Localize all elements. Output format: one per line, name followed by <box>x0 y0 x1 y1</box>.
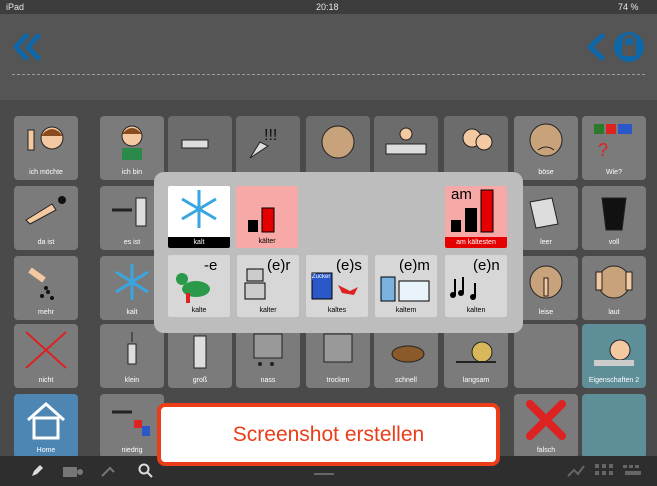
form-kalten[interactable]: (e)n kalten <box>445 255 507 317</box>
tile-label: niedrig <box>121 447 143 454</box>
tile-wie[interactable]: ? Wie? <box>582 116 646 180</box>
tile-mehr[interactable]: mehr <box>14 256 78 320</box>
tile-label: Wie? <box>606 169 622 176</box>
form-label: kalter <box>259 307 277 314</box>
battery-level: 74 % <box>618 2 639 12</box>
tile-langsam[interactable]: langsam <box>444 324 508 388</box>
tool-icon[interactable] <box>312 464 336 478</box>
suffix-label: -e <box>204 257 218 274</box>
suffix-label: (e)n <box>473 257 500 274</box>
form-label: kalte <box>191 307 207 314</box>
back-double-icon[interactable] <box>10 30 44 64</box>
form-kaltem[interactable]: (e)m kaltem <box>375 255 437 317</box>
device-label: iPad <box>6 2 25 12</box>
chart-icon[interactable] <box>566 464 586 478</box>
tile-label: böse <box>538 169 554 176</box>
tile-leise[interactable]: leise <box>514 256 578 320</box>
form-label: kalt <box>168 237 230 248</box>
tile-label: nicht <box>38 377 54 384</box>
lock-icon[interactable] <box>612 30 646 64</box>
form-am-kaeltesten[interactable]: am am kältesten <box>445 186 507 248</box>
camera-icon[interactable] <box>62 464 84 478</box>
tile-label: laut <box>608 309 620 316</box>
tile-eigenschaften-2[interactable]: Eigenschaften 2 <box>582 324 646 388</box>
tile-leer[interactable]: leer <box>514 186 578 250</box>
tile-label: Eigenschaften 2 <box>588 377 640 384</box>
suffix-label: (e)m <box>399 257 430 274</box>
clock: 20:18 <box>316 2 339 12</box>
speak-icon[interactable] <box>100 464 122 478</box>
search-icon[interactable] <box>138 463 154 479</box>
form-kalt[interactable]: kalt <box>168 186 230 248</box>
suffix-label: (e)s <box>336 257 362 274</box>
tile-voll[interactable]: voll <box>582 186 646 250</box>
form-label: kaltem <box>395 307 417 314</box>
tile-label: langsam <box>462 377 490 384</box>
tile-label: schnell <box>395 377 417 384</box>
tile-label: Home <box>36 447 56 454</box>
word-form-popup: kalt kälter am am kältesten -e kalte (e)… <box>154 172 523 333</box>
tile-blank[interactable] <box>582 394 646 458</box>
toast-label: Screenshot erstellen <box>232 422 425 446</box>
tile-nicht[interactable]: nicht <box>14 324 78 388</box>
superlative-am-label: am <box>451 186 472 203</box>
tile-empty[interactable] <box>514 324 578 388</box>
tile-exclaim[interactable]: !!! <box>236 116 300 180</box>
tile-niedrig[interactable]: niedrig <box>100 394 164 458</box>
form-label: kaltes <box>327 307 347 314</box>
tile-gross[interactable]: groß <box>168 324 232 388</box>
tile-label: ich möchte <box>29 169 63 176</box>
form-label: am kältesten <box>445 237 507 248</box>
tile-klein[interactable]: klein <box>100 324 164 388</box>
tile-ich-bin[interactable]: ich bin <box>100 116 164 180</box>
form-label: kalten <box>466 307 486 314</box>
tile-laut[interactable]: laut <box>582 256 646 320</box>
tile-boese[interactable]: böse <box>514 116 578 180</box>
tile-bed[interactable] <box>374 116 438 180</box>
sentence-line <box>12 74 645 75</box>
tile-falsch[interactable]: falsch <box>514 394 578 458</box>
tile-label: ich bin <box>121 169 143 176</box>
zucker-label: Zucker <box>312 274 331 280</box>
pencil-icon[interactable] <box>30 464 44 478</box>
tile-trocken[interactable]: trocken <box>306 324 370 388</box>
tile-yawn[interactable] <box>306 116 370 180</box>
tile-label: da ist <box>37 239 55 246</box>
form-kalte[interactable]: -e kalte <box>168 255 230 317</box>
tile-da-ist[interactable]: da ist <box>14 186 78 250</box>
status-bar: iPad 20:18 74 % <box>0 0 657 14</box>
tile-ich-moechte[interactable]: ich möchte <box>14 116 78 180</box>
tile-label: voll <box>608 239 620 246</box>
tile-hand-point[interactable] <box>168 116 232 180</box>
tile-label: nass <box>260 377 276 384</box>
form-kaltes[interactable]: Zucker (e)s kaltes <box>306 255 368 317</box>
tile-home[interactable]: Home <box>14 394 78 458</box>
grid-icon[interactable] <box>594 463 614 479</box>
tile-label: falsch <box>536 447 556 454</box>
tile-label: groß <box>192 377 208 384</box>
tile-nass[interactable]: nass <box>236 324 300 388</box>
svg-text:!!!: !!! <box>264 127 277 144</box>
top-bar <box>0 14 657 100</box>
form-label: kälter <box>258 238 276 245</box>
tile-label: leise <box>538 309 554 316</box>
tile-comfort[interactable] <box>444 116 508 180</box>
suffix-label: (e)r <box>267 257 291 274</box>
tile-label: trocken <box>326 377 350 384</box>
keyboard-icon[interactable] <box>622 463 644 479</box>
screenshot-toast[interactable]: Screenshot erstellen <box>157 403 500 466</box>
back-icon[interactable] <box>582 30 608 64</box>
svg-text:?: ? <box>598 140 608 160</box>
form-kaelter[interactable]: kälter <box>236 186 298 248</box>
tile-label: leer <box>540 239 552 246</box>
form-kalter[interactable]: (e)r kalter <box>237 255 299 317</box>
tile-label: mehr <box>38 309 54 316</box>
tile-schnell[interactable]: schnell <box>374 324 438 388</box>
tile-label: klein <box>124 377 140 384</box>
